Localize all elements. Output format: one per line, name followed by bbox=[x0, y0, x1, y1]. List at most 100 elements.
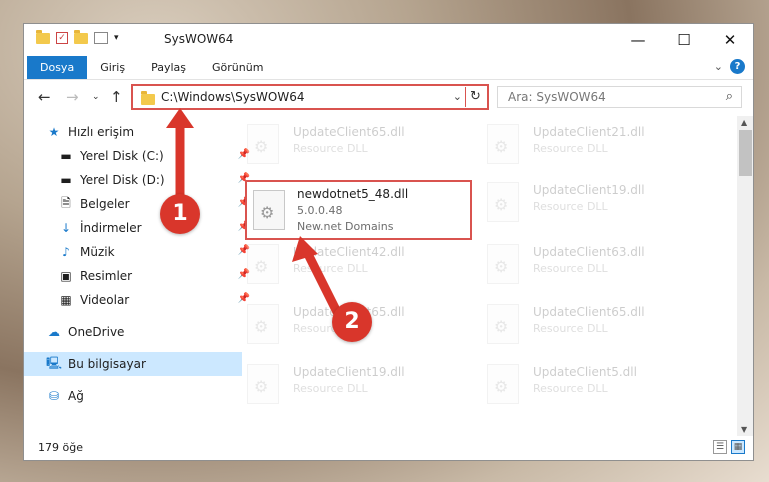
dll-file-icon bbox=[253, 190, 285, 230]
video-icon: ▦ bbox=[60, 293, 72, 307]
drive-icon: ▬ bbox=[60, 173, 72, 187]
file-item[interactable]: UpdateClient42.dll Resource DLL bbox=[247, 242, 477, 294]
file-version: 5.0.0.48 bbox=[297, 204, 343, 217]
close-button[interactable]: ✕ bbox=[707, 24, 753, 56]
tab-home[interactable]: Giriş bbox=[87, 56, 138, 79]
sidebar-item-label: Yerel Disk (D:) bbox=[80, 173, 165, 187]
dropdown-arrow-icon[interactable]: ▾ bbox=[114, 33, 119, 43]
tab-file[interactable]: Dosya bbox=[27, 56, 88, 79]
item-count: 179 öğe bbox=[38, 441, 83, 454]
sidebar-item-label: OneDrive bbox=[68, 325, 125, 339]
file-description: Resource DLL bbox=[533, 200, 608, 213]
sidebar-item-downloads[interactable]: ↓ İndirmeler 📌 bbox=[24, 216, 254, 240]
sidebar-item-videos[interactable]: ▦ Videolar 📌 bbox=[24, 288, 254, 312]
sidebar-item-local-disk-d[interactable]: ▬ Yerel Disk (D:) 📌 bbox=[24, 168, 254, 192]
navigation-pane: ★ Hızlı erişim ▬ Yerel Disk (C:) 📌 ▬ Yer… bbox=[24, 120, 250, 436]
help-icon[interactable]: ? bbox=[730, 59, 745, 74]
ribbon-tabs: Dosya Giriş Paylaş Görünüm bbox=[24, 56, 753, 80]
dll-file-icon bbox=[487, 124, 519, 164]
file-description: Resource DLL bbox=[293, 382, 368, 395]
file-item[interactable]: UpdateClient19.dll Resource DLL bbox=[247, 362, 477, 414]
search-icon[interactable]: ⌕ bbox=[726, 89, 733, 104]
new-folder-icon[interactable] bbox=[74, 29, 88, 44]
tab-share[interactable]: Paylaş bbox=[138, 56, 199, 79]
dll-file-icon bbox=[247, 364, 279, 404]
maximize-button[interactable]: ☐ bbox=[661, 24, 707, 56]
computer-icon: 🖳 bbox=[46, 355, 63, 370]
sidebar-item-label: İndirmeler bbox=[80, 221, 142, 235]
pictures-icon: ▣ bbox=[60, 269, 72, 283]
sidebar-item-network[interactable]: ⛁ Ağ bbox=[24, 384, 242, 408]
vertical-scrollbar[interactable]: ▲ ▼ bbox=[737, 116, 753, 436]
file-item-selected[interactable]: newdotnet5_48.dll 5.0.0.48 New.net Domai… bbox=[245, 180, 472, 240]
sidebar-item-documents[interactable]: 🗎 Belgeler 📌 bbox=[24, 192, 254, 216]
file-name: newdotnet5_48.dll bbox=[297, 187, 409, 201]
network-icon: ⛁ bbox=[48, 389, 60, 403]
expand-ribbon-icon[interactable]: ⌄ bbox=[714, 60, 723, 73]
sidebar-item-label: Yerel Disk (C:) bbox=[80, 149, 164, 163]
quick-access-toolbar: ✓ ▾ bbox=[36, 29, 119, 44]
file-name: UpdateClient19.dll bbox=[533, 183, 645, 197]
file-name: UpdateClient65.dll bbox=[533, 305, 645, 319]
dll-file-icon bbox=[487, 244, 519, 284]
sidebar-item-music[interactable]: ♪ Müzik 📌 bbox=[24, 240, 254, 264]
star-icon: ★ bbox=[48, 125, 60, 139]
dll-file-icon bbox=[247, 304, 279, 344]
search-placeholder: Ara: SysWOW64 bbox=[508, 90, 606, 104]
file-description: Resource DLL bbox=[533, 322, 608, 335]
file-item[interactable]: UpdateClient65.dll Resource DLL bbox=[487, 302, 717, 354]
step-badge-2: 2 bbox=[332, 302, 372, 342]
drive-icon: ▬ bbox=[60, 149, 72, 163]
file-description: Resource DLL bbox=[533, 262, 608, 275]
file-name: UpdateClient63.dll bbox=[533, 245, 645, 259]
sidebar-item-label: Hızlı erişim bbox=[68, 125, 135, 139]
document-icon: 🗎 bbox=[61, 195, 71, 210]
search-input[interactable]: Ara: SysWOW64 ⌕ bbox=[497, 86, 742, 108]
tab-view[interactable]: Görünüm bbox=[199, 56, 276, 79]
file-name: UpdateClient5.dll bbox=[533, 365, 637, 379]
file-name: UpdateClient19.dll bbox=[293, 365, 405, 379]
address-bar[interactable]: C:\Windows\SysWOW64 ⌄ ↻ bbox=[131, 84, 489, 110]
sidebar-item-label: Videolar bbox=[80, 293, 130, 307]
folder-icon bbox=[141, 91, 155, 105]
sidebar-item-onedrive[interactable]: ☁ OneDrive bbox=[24, 320, 242, 344]
sidebar-item-pictures[interactable]: ▣ Resimler 📌 bbox=[24, 264, 254, 288]
file-description: Resource DLL bbox=[533, 142, 608, 155]
address-dropdown-icon[interactable]: ⌄ bbox=[453, 90, 462, 103]
back-arrow-icon[interactable]: ← bbox=[38, 88, 51, 106]
minimize-button[interactable]: — bbox=[615, 24, 661, 56]
view-properties-icon[interactable] bbox=[94, 32, 108, 44]
up-arrow-icon[interactable]: ↑ bbox=[110, 88, 123, 106]
dll-file-icon bbox=[487, 364, 519, 404]
sidebar-item-quick-access[interactable]: ★ Hızlı erişim bbox=[24, 120, 242, 144]
refresh-icon[interactable]: ↻ bbox=[465, 87, 485, 107]
cloud-icon: ☁ bbox=[48, 325, 60, 339]
address-path: C:\Windows\SysWOW64 bbox=[161, 90, 305, 104]
tiles-view-icon[interactable]: ▦ bbox=[731, 440, 745, 454]
sidebar-item-label: Ağ bbox=[68, 389, 84, 403]
file-item[interactable]: UpdateClient21.dll Resource DLL bbox=[487, 122, 717, 174]
file-description: Resource DLL bbox=[293, 142, 368, 155]
file-item[interactable]: UpdateClient5.dll Resource DLL bbox=[487, 362, 717, 414]
file-item[interactable]: UpdateClient19.dll Resource DLL bbox=[487, 180, 717, 232]
scroll-down-icon[interactable]: ▼ bbox=[741, 425, 747, 434]
music-icon: ♪ bbox=[62, 245, 70, 259]
details-view-icon[interactable]: ☰ bbox=[713, 440, 727, 454]
sidebar-item-label: Bu bilgisayar bbox=[68, 357, 146, 371]
properties-check-icon[interactable]: ✓ bbox=[56, 32, 68, 44]
file-item[interactable]: UpdateClient65.dll Resource DLL bbox=[247, 122, 477, 174]
window-title: SysWOW64 bbox=[164, 32, 234, 46]
file-company: New.net Domains bbox=[297, 220, 394, 233]
dll-file-icon bbox=[487, 182, 519, 222]
forward-arrow-icon[interactable]: → bbox=[66, 88, 79, 106]
sidebar-item-this-pc[interactable]: 🖳 Bu bilgisayar bbox=[24, 352, 242, 376]
dll-file-icon bbox=[247, 124, 279, 164]
file-item[interactable]: UpdateClient63.dll Resource DLL bbox=[487, 242, 717, 294]
file-description: Resource DLL bbox=[533, 382, 608, 395]
title-bar: ✓ ▾ SysWOW64 — ☐ ✕ bbox=[24, 24, 753, 56]
sidebar-item-local-disk-c[interactable]: ▬ Yerel Disk (C:) 📌 bbox=[24, 144, 254, 168]
folder-icon bbox=[36, 29, 50, 44]
scroll-up-icon[interactable]: ▲ bbox=[741, 118, 747, 127]
recent-locations-chevron-icon[interactable]: ⌄ bbox=[92, 92, 100, 102]
scrollbar-thumb[interactable] bbox=[739, 130, 752, 176]
